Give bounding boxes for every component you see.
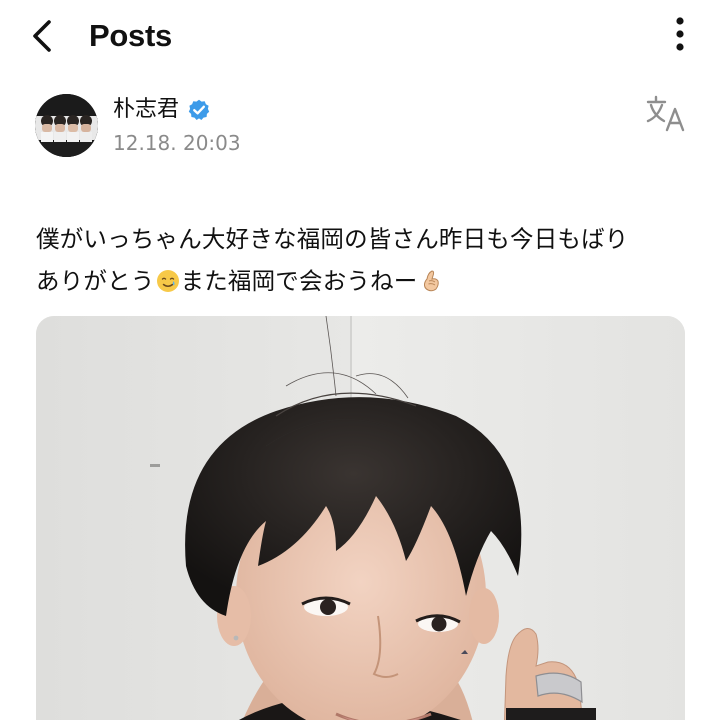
author-name[interactable]: 朴志君 [113, 96, 179, 124]
post-line-2-middle: また福岡で会おうねー [180, 267, 418, 295]
verified-badge-icon [188, 99, 210, 120]
translate-button[interactable] [646, 94, 686, 134]
chevron-left-icon [33, 20, 51, 52]
hand-with-index-finger-and-thumb-crossed-emoji [423, 270, 439, 292]
vertical-dots-icon [676, 17, 684, 51]
translate-icon [646, 95, 685, 132]
page-title: Posts [89, 18, 172, 53]
selfie-image [36, 316, 685, 720]
post-line-2-start: ありがとう [36, 267, 155, 295]
post-detail-screen: Posts 朴志君 12.18. 20:03 僕がいっちゃん大好きな福岡の皆さん… [0, 0, 720, 720]
post-photo[interactable] [36, 316, 685, 720]
author-row: 朴志君 12.18. 20:03 [0, 90, 720, 162]
post-body: 僕がいっちゃん大好きな福岡の皆さん昨日も今日もばり ありがとう また福岡で会おう… [36, 218, 686, 302]
back-button[interactable] [20, 14, 64, 58]
avatar[interactable] [35, 94, 98, 157]
more-options-button[interactable] [658, 12, 702, 56]
top-bar: Posts [0, 0, 720, 72]
smiling-face-with-tear-emoji [156, 270, 179, 292]
post-timestamp: 12.18. 20:03 [113, 131, 241, 155]
post-line-1: 僕がいっちゃん大好きな福岡の皆さん昨日も今日もばり [36, 225, 629, 253]
